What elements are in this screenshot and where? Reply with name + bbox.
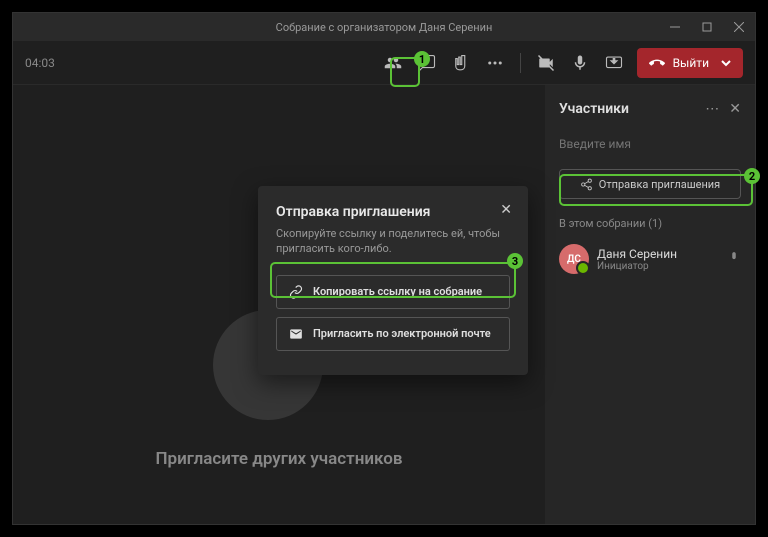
- leave-label: Выйти: [673, 56, 709, 70]
- badge-3: 3: [507, 253, 523, 269]
- link-icon: [289, 285, 303, 299]
- window-controls: [659, 13, 755, 41]
- modal-title: Отправка приглашения: [276, 204, 510, 220]
- participant-role: Инициатор: [597, 261, 719, 272]
- maximize-button[interactable]: [691, 13, 723, 41]
- people-button[interactable]: [378, 48, 408, 78]
- meeting-toolbar: 04:03 Выйти: [13, 41, 755, 85]
- email-invite-button[interactable]: Пригласить по электронной почте: [276, 317, 510, 351]
- camera-button[interactable]: [531, 48, 561, 78]
- share-screen-button[interactable]: [599, 48, 629, 78]
- badge-1: 1: [414, 51, 430, 67]
- copy-link-button[interactable]: Копировать ссылку на собрание: [276, 275, 510, 309]
- hangup-icon: [649, 55, 665, 71]
- share-icon: [580, 178, 593, 191]
- section-label: В этом собрании (1): [559, 217, 741, 230]
- teams-window: Собрание с организатором Даня Серенин 04…: [12, 12, 756, 525]
- copy-link-label: Копировать ссылку на собрание: [313, 285, 482, 298]
- modal-close-button[interactable]: ✕: [500, 202, 512, 218]
- panel-header: Участники ⋯ ✕: [559, 101, 741, 117]
- minimize-button[interactable]: [659, 13, 691, 41]
- more-button[interactable]: [480, 48, 510, 78]
- call-timer: 04:03: [25, 56, 55, 70]
- modal-subtitle: Скопируйте ссылку и поделитесь ей, чтобы…: [276, 226, 510, 257]
- email-invite-label: Пригласить по электронной почте: [313, 327, 491, 340]
- separator: [520, 53, 521, 73]
- participants-panel: Участники ⋯ ✕ Отправка приглашения В это…: [545, 85, 755, 524]
- panel-close-icon[interactable]: ✕: [729, 101, 741, 117]
- mail-icon: [289, 327, 303, 341]
- chevron-down-icon: [721, 58, 731, 68]
- mic-icon: [727, 250, 741, 269]
- panel-title: Участники: [559, 101, 705, 117]
- participant-info: Даня Серенин Инициатор: [597, 247, 719, 272]
- search-input[interactable]: [559, 131, 741, 157]
- titlebar: Собрание с организатором Даня Серенин: [13, 13, 755, 41]
- window-title: Собрание с организатором Даня Серенин: [276, 21, 493, 34]
- badge-2: 2: [744, 168, 760, 184]
- panel-more-icon[interactable]: ⋯: [705, 101, 719, 117]
- leave-button[interactable]: Выйти: [637, 48, 743, 78]
- raise-hand-button[interactable]: [446, 48, 476, 78]
- mic-button[interactable]: [565, 48, 595, 78]
- participant-name: Даня Серенин: [597, 247, 719, 261]
- invite-modal: Отправка приглашения ✕ Скопируйте ссылку…: [258, 186, 528, 375]
- invite-others-text: Пригласите других участников: [156, 449, 403, 469]
- avatar: ДС: [559, 244, 589, 274]
- share-invite-button[interactable]: Отправка приглашения: [559, 169, 741, 199]
- share-invite-label: Отправка приглашения: [599, 178, 720, 191]
- participant-row[interactable]: ДС Даня Серенин Инициатор: [559, 240, 741, 278]
- close-window-button[interactable]: [723, 13, 755, 41]
